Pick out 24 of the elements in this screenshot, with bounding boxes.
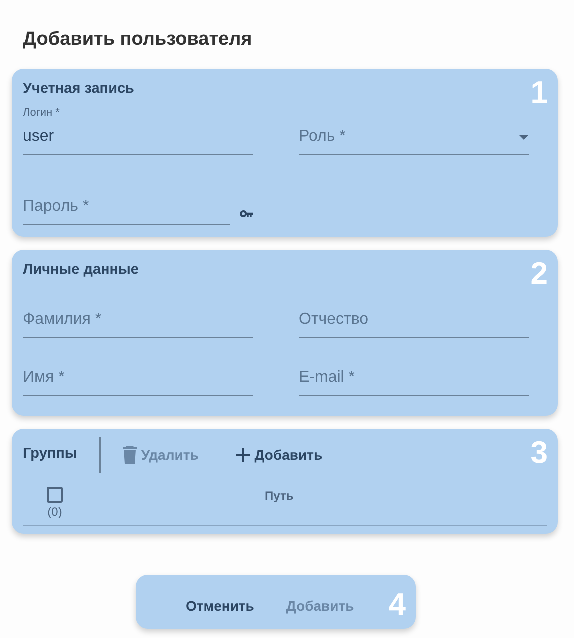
input-field[interactable]: Отчество — [299, 304, 529, 338]
add-button[interactable]: Добавить — [234, 444, 323, 466]
section-number: 3 — [530, 437, 548, 468]
section-title: Учетная запись — [23, 80, 134, 98]
input-field[interactable]: Имя * — [23, 362, 253, 396]
column-header: Путь — [265, 488, 294, 505]
section-title: Группы — [23, 445, 78, 464]
input-field[interactable]: user — [23, 121, 253, 155]
key-icon[interactable] — [240, 208, 253, 220]
section-number: 2 — [530, 258, 548, 289]
input-field[interactable]: Пароль * — [23, 191, 230, 225]
selection-count: (0) — [48, 504, 62, 521]
input-field[interactable]: E-mail * — [299, 362, 529, 396]
checkbox[interactable] — [47, 487, 63, 503]
caret-icon — [519, 134, 529, 140]
section-number: 4 — [388, 589, 406, 620]
trash-icon — [123, 446, 138, 464]
page-title: Добавить пользователя — [23, 28, 252, 52]
field-label: Логин * — [23, 106, 60, 120]
button[interactable]: Отменить — [178, 592, 262, 620]
plus-icon — [234, 447, 251, 463]
section-number: 1 — [530, 76, 548, 108]
input-field[interactable]: Фамилия * — [23, 304, 253, 338]
section-title: Личные данные — [23, 261, 139, 280]
